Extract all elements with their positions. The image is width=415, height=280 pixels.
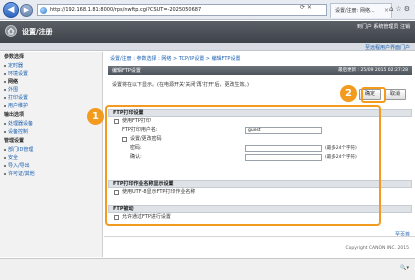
footer-divider — [104, 236, 415, 237]
highlight-frame — [105, 105, 381, 226]
back-arrow-icon[interactable]: ◀ — [3, 2, 19, 18]
sidebar-item-processor[interactable]: 处理器设备 — [0, 120, 102, 128]
address-bar[interactable]: http://192.168.1.81:8000/rps/nwftp.cgi?C… — [37, 4, 327, 16]
copyright-text: Copyright CANON INC. 2015 — [345, 246, 410, 251]
browser-tab[interactable]: 设置/注册: 网络... × — [330, 3, 392, 18]
refresh-icon[interactable]: ⟳ ✕ — [300, 4, 312, 11]
browser-toolbar: ◀ ▶ http://192.168.1.81:8000/rps/nwftp.c… — [0, 0, 415, 20]
sidebar-item-security[interactable]: 安全 — [0, 154, 102, 162]
sidebar-item-device-control[interactable]: 设备控制 — [0, 128, 102, 136]
sidebar-item-print-settings[interactable]: 打印设置 — [0, 94, 102, 102]
home-icon[interactable] — [5, 25, 17, 37]
callout-badge-1: 1 — [87, 108, 104, 125]
header-links[interactable]: 到门户 系统管理员 注销 — [357, 23, 410, 30]
sidebar-item-timer[interactable]: 定时器 — [0, 62, 102, 70]
zoom-icon[interactable]: 🔍▾ — [400, 265, 409, 271]
page-title-bar: 编辑FTP设置 最后更新 : 25/09 2015 02:27:28 — [108, 66, 412, 75]
cancel-button[interactable]: 取消 — [384, 89, 406, 100]
callout-badge-2: 2 — [340, 85, 357, 102]
forward-arrow-icon[interactable]: ▶ — [20, 4, 33, 17]
sidebar-item-environment[interactable]: 环境设置 — [0, 70, 102, 78]
last-updated: 最后更新 : 25/09 2015 02:27:28 — [338, 68, 408, 73]
sidebar: 参数选择 定时器 环境设置 网络 外围 打印设置 用户维护 输出选项 处理器设备… — [0, 52, 103, 257]
portal-link[interactable]: 至远程用户界面门户 — [365, 44, 410, 51]
settings-gear-icon[interactable]: ⌂☆⚙ — [389, 5, 412, 13]
url-text: http://192.168.1.81:8000/rps/nwftp.cgi?C… — [50, 7, 202, 13]
sidebar-item-department-id[interactable]: 部门ID管理 — [0, 146, 102, 154]
description-text: 设置将在以下显示。(在电源开关'关闭'再'打开'后，更改生效。) — [112, 82, 249, 88]
sidebar-item-import-export[interactable]: 导入/导出 — [0, 162, 102, 170]
header-subbar: 至远程用户界面门户 — [0, 43, 415, 51]
sidebar-heading: 管理设置 — [4, 138, 25, 144]
sidebar-item-network[interactable]: 网络 — [0, 78, 102, 86]
app-header: 设置/注册 到门户 系统管理员 注销 — [0, 21, 415, 43]
sidebar-item-user-maintenance[interactable]: 用户维护 — [0, 102, 102, 110]
browser-status-bar: 🔍▾ — [0, 258, 415, 280]
sidebar-item-license[interactable]: 许可证/其他 — [0, 170, 102, 178]
globe-icon — [40, 7, 47, 14]
sidebar-heading: 参数选择 — [4, 54, 25, 60]
breadcrumb[interactable]: 设置/注册 : 参数选择 : 网络 > TCP/IP设置 > 编辑FTP设置 — [110, 55, 240, 62]
sidebar-item-peripheral[interactable]: 外围 — [0, 86, 102, 94]
page-title: 编辑FTP设置 — [112, 68, 141, 74]
ok-button-highlight — [361, 87, 386, 103]
tab-title: 设置/注册: 网络... — [335, 8, 375, 14]
app-title: 设置/注册 — [22, 28, 53, 36]
